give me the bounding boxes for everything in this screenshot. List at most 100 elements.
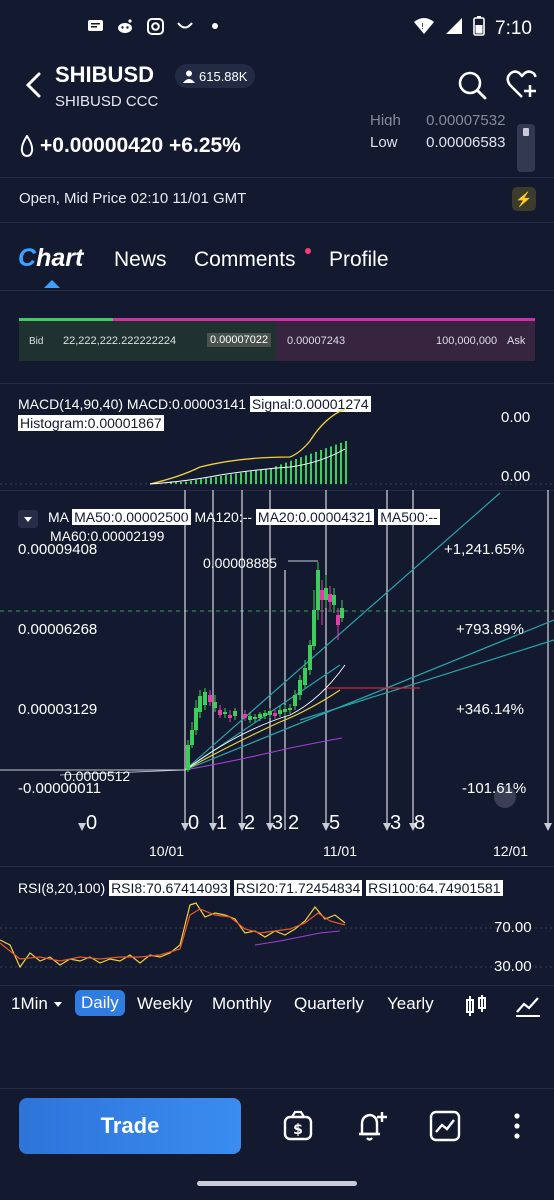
heart-plus-icon	[506, 70, 537, 98]
price-change: +0.00000420 +6.25%	[20, 134, 241, 158]
dollar-bag-icon: $	[283, 1110, 313, 1141]
histogram-bar	[300, 457, 302, 484]
histogram-bar	[290, 460, 292, 484]
header: SHIBUSD SHIBUSD CCC 615.88K	[0, 56, 554, 120]
candle-body	[312, 610, 316, 646]
watchlist-add-button[interactable]	[506, 68, 540, 102]
histogram-bar	[200, 479, 202, 484]
tab-profile[interactable]: Profile	[329, 248, 389, 272]
candle-body	[208, 695, 212, 702]
candle-body	[190, 730, 194, 745]
dollar-button[interactable]: $	[281, 1109, 315, 1143]
candle-body	[340, 608, 344, 618]
instagram-icon	[146, 17, 164, 35]
wave-label-5: 5	[329, 812, 341, 834]
search-button[interactable]	[455, 68, 489, 102]
candle-body	[308, 645, 312, 670]
chart-type-button[interactable]	[464, 994, 488, 1023]
bid-depth-bar	[19, 318, 113, 321]
rsi20-value: RSI20:71.72454834	[233, 880, 363, 896]
bid-label: Bid	[29, 336, 44, 347]
pct-label-3: +346.14%	[456, 701, 524, 718]
candle-body	[186, 745, 190, 770]
peak-price-tag: 0.00008885	[203, 555, 277, 571]
histogram-bar	[220, 476, 222, 484]
dot-icon	[206, 17, 224, 35]
candle-body	[324, 588, 328, 600]
trend-icon	[516, 997, 540, 1017]
histogram-bar	[325, 448, 327, 484]
alert-button[interactable]	[355, 1109, 389, 1143]
candle-body	[228, 715, 232, 718]
period-daily[interactable]: Daily	[75, 990, 125, 1016]
pct-label-1: +1,241.65%	[444, 541, 525, 558]
period-quarterly[interactable]: Quarterly	[294, 994, 364, 1014]
more-button[interactable]	[500, 1109, 534, 1143]
bid-size: 22,222,222.222222224	[63, 335, 177, 347]
rsi-tick-30: 30.00	[494, 958, 532, 975]
candle-body	[218, 710, 222, 715]
trade-button[interactable]: Trade	[19, 1098, 241, 1154]
histogram-bar	[190, 480, 192, 484]
low-value: 0.00006583	[426, 134, 506, 151]
candle-body	[298, 680, 302, 695]
stats-toggle[interactable]	[517, 124, 535, 172]
rsi-legend: RSI(8,20,100) RSI8:70.67414093 RSI20:71.…	[18, 880, 503, 896]
histogram-bar	[340, 442, 342, 484]
tab-news[interactable]: News	[114, 248, 167, 272]
histogram-bar	[205, 478, 207, 484]
high-label: High	[370, 112, 401, 126]
histogram-bar	[255, 470, 257, 484]
analysis-button[interactable]	[428, 1109, 462, 1143]
watchers-count: 615.88K	[199, 68, 248, 84]
candle-body	[233, 711, 237, 716]
lightning-button[interactable]: ⚡	[512, 187, 536, 211]
interval-dropdown[interactable]: 1Min	[11, 994, 63, 1014]
histogram-bar	[195, 480, 197, 484]
price-bar: +0.00000420 +6.25% High 0.00007532 Low 0…	[0, 112, 554, 178]
candlestick-icon	[466, 995, 486, 1016]
rsi100-line	[254, 930, 341, 946]
histogram-bar	[315, 451, 317, 484]
market-status: Open, Mid Price 02:10 11/01 GMT	[19, 190, 247, 207]
period-weekly[interactable]: Weekly	[137, 994, 192, 1014]
candle-body	[194, 708, 198, 730]
symbol-subtitle: SHIBUSD CCC	[55, 93, 159, 110]
candle-body	[336, 615, 340, 625]
candle-body	[328, 594, 332, 602]
wave-label-8: 8	[414, 812, 426, 834]
period-monthly[interactable]: Monthly	[212, 994, 272, 1014]
tab-comments[interactable]: Comments	[194, 248, 296, 272]
period-yearly[interactable]: Yearly	[387, 994, 434, 1014]
rsi-tick-70: 70.00	[494, 919, 532, 936]
smile-icon	[176, 17, 194, 35]
rsi20-line	[0, 908, 346, 962]
histogram-bar	[270, 468, 272, 484]
symbol-title: SHIBUSD	[55, 62, 155, 87]
histogram-bar	[225, 475, 227, 484]
tab-bar: Chart News Comments Profile	[0, 240, 554, 290]
tab-chart[interactable]: Chart	[18, 244, 83, 273]
notification-icons	[86, 17, 224, 35]
candle-body	[293, 695, 297, 706]
candle-body	[223, 712, 227, 714]
date-label-2: 11/01	[323, 843, 357, 859]
back-button[interactable]	[22, 70, 48, 100]
candle-body	[203, 692, 207, 705]
y-label-2: 0.00006268	[18, 621, 98, 638]
candle-body	[198, 696, 202, 712]
macd-histogram-bars	[170, 441, 347, 484]
histogram-bar	[185, 481, 187, 484]
pct-label-4: -101.61%	[462, 780, 527, 797]
wave-arrowheads	[78, 823, 552, 831]
indicators-button[interactable]	[515, 994, 541, 1023]
rsi8-line	[0, 902, 346, 969]
low-row: Low 0.00006583	[370, 134, 505, 151]
wifi-icon: !	[413, 17, 435, 40]
histogram-bar	[285, 462, 287, 484]
flame-icon	[20, 135, 34, 157]
candle-body	[303, 668, 307, 685]
tab-chart-c: C	[18, 244, 37, 272]
system-status: ! 7:10	[413, 16, 532, 41]
histogram-bar	[345, 441, 347, 484]
